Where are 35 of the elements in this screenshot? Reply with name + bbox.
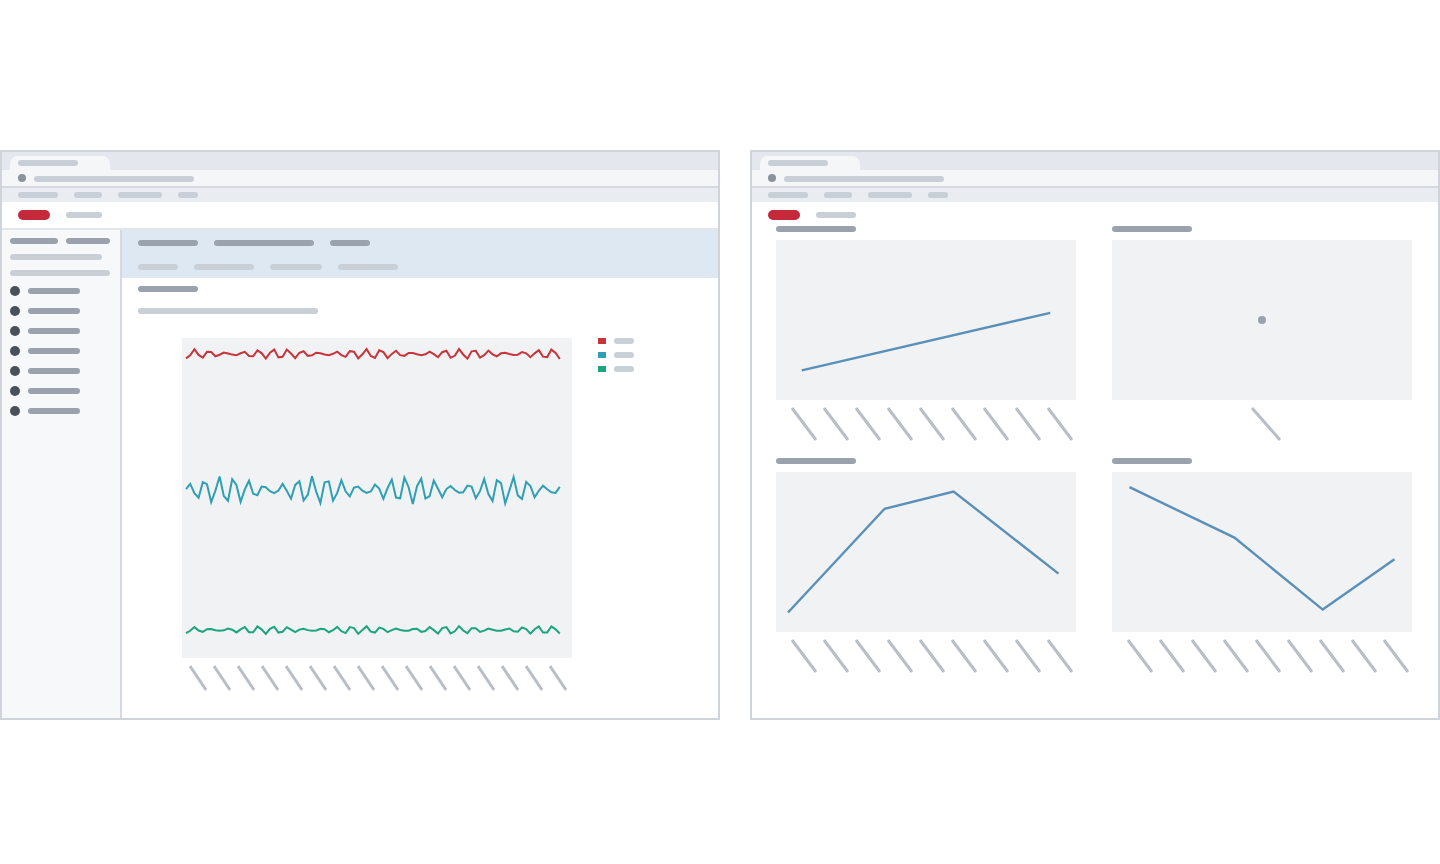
blurred-text-drawing (178, 192, 198, 198)
blurred-text-drawing (28, 288, 80, 294)
blurred-text-drawing (824, 192, 852, 198)
blurred-text-drawing (10, 254, 102, 260)
logo-icon (768, 209, 800, 219)
blurred-text-drawing (74, 192, 102, 198)
blurred-text-drawing (10, 270, 110, 276)
blurred-text-drawing (214, 239, 314, 245)
blurred-text-drawing (816, 211, 856, 217)
blurred-text-drawing (330, 239, 370, 245)
blurred-text-drawing (928, 192, 948, 198)
blurred-text-drawing (66, 212, 102, 218)
blurred-text-drawing (28, 328, 80, 334)
blurred-text-drawing (868, 192, 912, 198)
blurred-text-drawing (1111, 226, 1191, 232)
blurred-text-drawing (768, 192, 808, 198)
blurred-text-drawing (118, 192, 162, 198)
blurred-text-drawing (28, 388, 80, 394)
blurred-text-drawing (138, 286, 198, 292)
blurred-text-drawing (18, 192, 58, 198)
blurred-text-drawing (18, 160, 78, 166)
blurred-text-drawing (1111, 458, 1191, 464)
blurred-text-drawing (776, 226, 856, 232)
blurred-text-drawing (28, 408, 80, 414)
blurred-text-drawing (66, 238, 110, 244)
blurred-text-drawing (10, 238, 58, 244)
blurred-text-drawing (28, 308, 80, 314)
blurred-text-drawing (138, 239, 198, 245)
x-axis-labels-drawing (1249, 407, 1281, 441)
blurred-text-drawing (28, 348, 80, 354)
logo-icon (18, 210, 50, 220)
chart-point (1257, 316, 1265, 324)
blurred-text-drawing (28, 368, 80, 374)
blurred-text-drawing (768, 160, 828, 166)
blurred-text-drawing (776, 458, 856, 464)
